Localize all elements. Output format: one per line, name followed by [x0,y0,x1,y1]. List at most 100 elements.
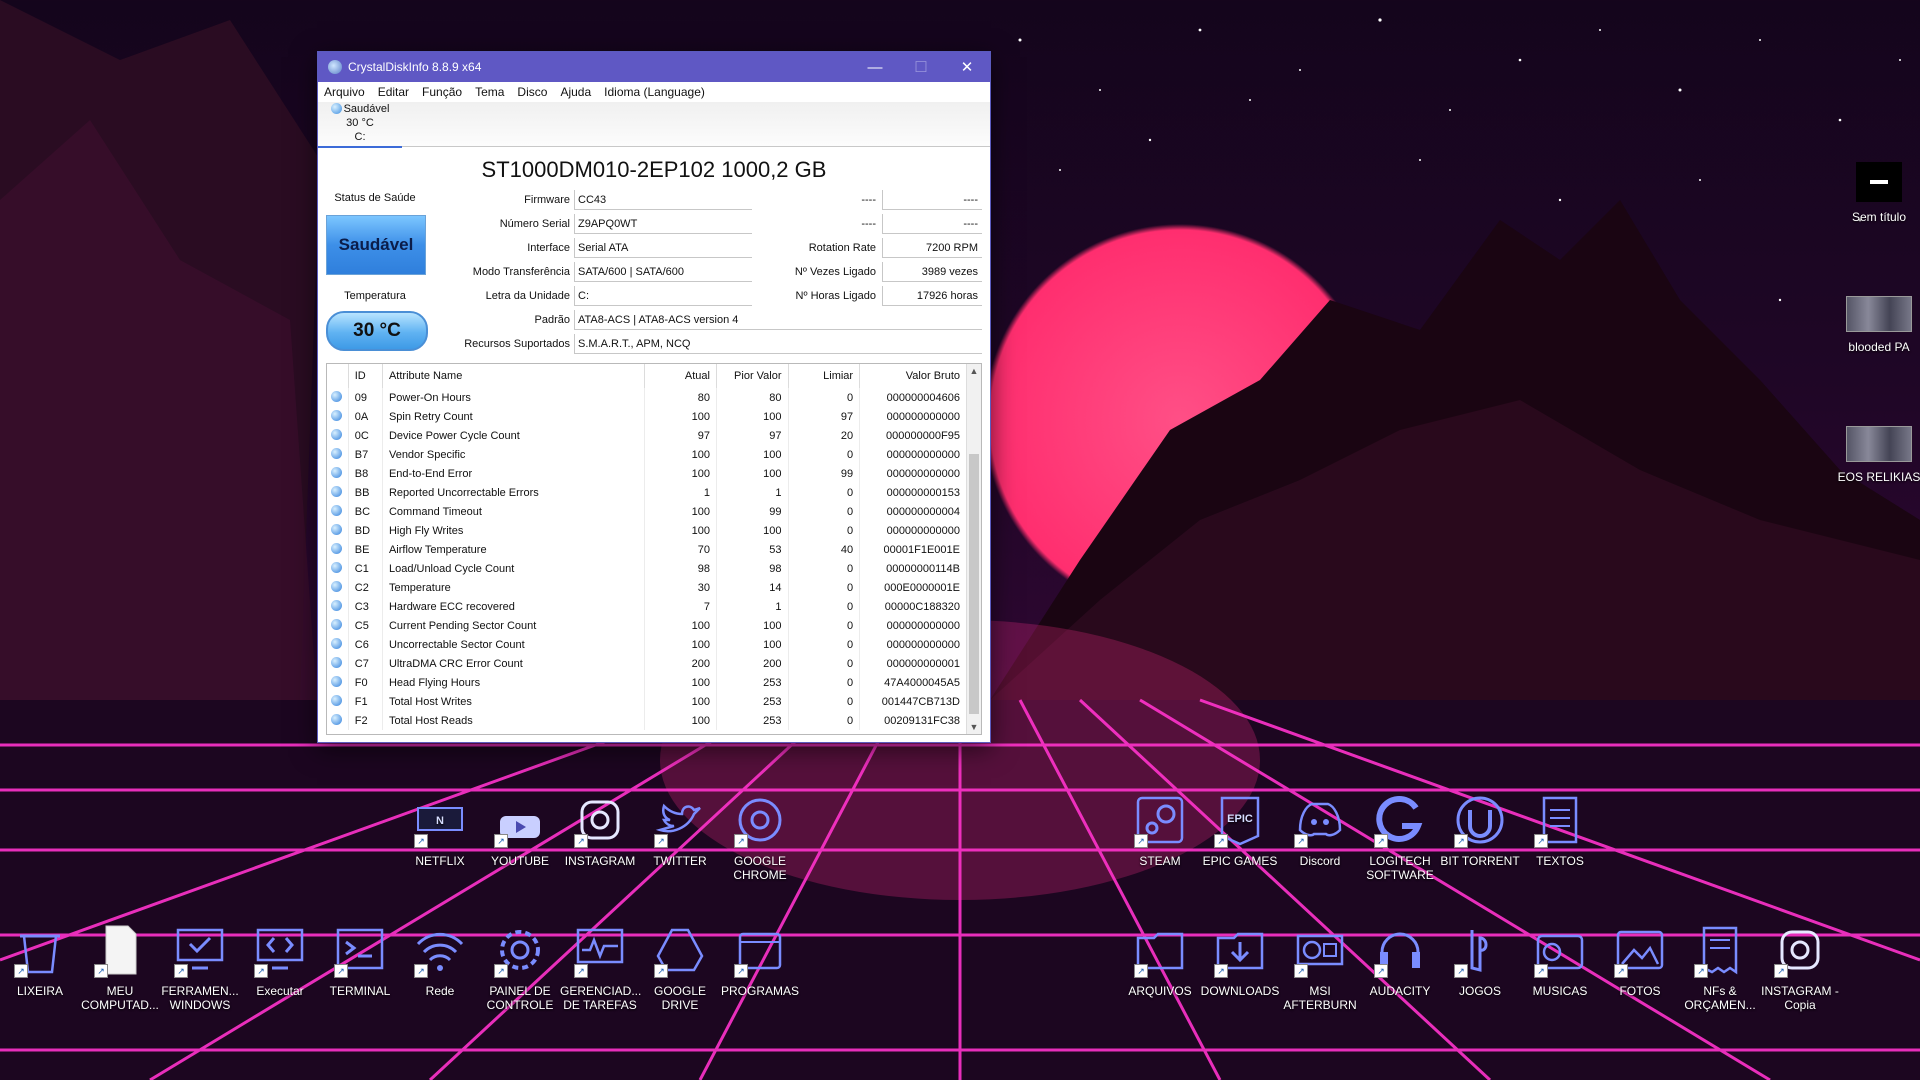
folder-icon: ↗ [1132,922,1188,978]
table-row[interactable]: B8 End-to-End Error 100 100 99 000000000000 [327,464,967,483]
desktop-icon-code-monitor[interactable]: ↗ Executar [240,922,320,998]
desktop-icon-wifi[interactable]: ↗ Rede [400,922,480,998]
table-row[interactable]: C2 Temperature 30 14 0 000E0000001E [327,578,967,597]
reserved-label-1: ---- [861,194,876,206]
menu-ajuda[interactable]: Ajuda [560,85,591,99]
menu-tema[interactable]: Tema [475,85,504,99]
disk-tab-status: Saudável [343,103,390,115]
desktop-icon-terminal[interactable]: ↗ TERMINAL [320,922,400,998]
desktop-icon-playstation[interactable]: ↗ JOGOS [1440,922,1520,998]
scroll-up-icon[interactable]: ▲ [967,364,981,378]
desktop-icon-chrome[interactable]: ↗ GOOGLE CHROME [720,792,800,882]
desktop-icon-file[interactable]: ↗ MEU COMPUTAD... [80,922,160,1012]
desktop-icon-logitech[interactable]: ↗ LOGITECH SOFTWARE [1360,792,1440,882]
attr-name: Spin Retry Count [382,407,646,426]
attr-id: BC [348,502,383,521]
header-current[interactable]: Atual [644,364,717,388]
desktop-icon-blooded-pa[interactable]: blooded PA [1834,296,1920,354]
desktop-icon-netflix[interactable]: N ↗ NETFLIX [400,792,480,868]
table-row[interactable]: C5 Current Pending Sector Count 100 100 0 000… [327,616,967,635]
table-row[interactable]: BE Airflow Temperature 70 53 40 00001F1E001E [327,540,967,559]
health-dot-icon [327,445,349,464]
attr-current: 100 [644,464,717,483]
table-row[interactable]: BD High Fly Writes 100 100 0 000000000000 [327,521,967,540]
table-row[interactable]: F0 Head Flying Hours 100 253 0 47A4000045A5 [327,673,967,692]
desktop-icon-bittorrent[interactable]: ↗ BIT TORRENT [1440,792,1520,868]
desktop-icon-download[interactable]: ↗ DOWNLOADS [1200,922,1280,998]
table-row[interactable]: BC Command Timeout 100 99 0 000000000004 [327,502,967,521]
menu-idioma[interactable]: Idioma (Language) [604,85,705,99]
desktop-icon-instagram-copy[interactable]: ↗ INSTAGRAM - Copia [1760,922,1840,1012]
attr-current: 1 [644,483,717,502]
smart-attributes-table[interactable]: ID Attribute Name Atual Pior Valor Limia… [326,363,982,735]
standard-value: ATA8-ACS | ATA8-ACS version 4 [574,310,982,330]
close-button[interactable]: ✕ [944,52,990,82]
header-threshold[interactable]: Limiar [788,364,861,388]
desktop-icon-audio[interactable]: ↗ AUDACITY [1360,922,1440,998]
table-row[interactable]: C3 Hardware ECC recovered 7 1 0 00000C188320 [327,597,967,616]
title-bar[interactable]: CrystalDiskInfo 8.8.9 x64 — ☐ ✕ [318,52,990,82]
attr-id: C7 [348,654,383,673]
desktop-icon-discord[interactable]: ↗ Discord [1280,792,1360,868]
header-status [327,364,349,388]
table-row[interactable]: C6 Uncorrectable Sector Count 100 100 0 00000… [327,635,967,654]
scroll-down-icon[interactable]: ▼ [967,720,981,734]
menu-disco[interactable]: Disco [517,85,547,99]
desktop-icon-gpu[interactable]: ↗ MSI AFTERBURN [1280,922,1360,1012]
table-row[interactable]: F2 Total Host Reads 100 253 0 00209131FC38 [327,711,967,730]
desktop-icon-label: DOWNLOADS [1200,984,1280,998]
rotation-rate-label: Rotation Rate [808,242,876,254]
desktop-icon-photos[interactable]: ↗ FOTOS [1600,922,1680,998]
table-row[interactable]: B7 Vendor Specific 100 100 0 000000000000 [327,445,967,464]
desktop-icon-control-panel[interactable]: ↗ PAINEL DE CONTROLE [480,922,560,1012]
attr-worst: 253 [716,673,789,692]
desktop-icon-recycle-bin[interactable]: ↗ LIXEIRA [0,922,80,998]
desktop-icon-task-manager[interactable]: ↗ GERENCIAD... DE TAREFAS [560,922,641,1012]
header-attribute-name[interactable]: Attribute Name [382,364,646,388]
desktop-icon-label: STEAM [1139,854,1181,868]
desktop-icon-label: MSI AFTERBURN [1283,984,1357,1012]
disk-tab-c[interactable]: Saudável 30 °C C: [318,102,402,148]
attr-worst: 100 [716,521,789,540]
desktop-icon-document[interactable]: ↗ TEXTOS [1520,792,1600,868]
desktop-icon-monitor-check[interactable]: ↗ FERRAMEN... WINDOWS [160,922,240,1012]
desktop-icon-youtube[interactable]: ↗ YOUTUBE [480,792,560,868]
table-scrollbar[interactable]: ▲ ▼ [966,364,981,734]
attr-threshold: 40 [788,540,861,559]
table-row[interactable]: F1 Total Host Writes 100 253 0 001447CB713D [327,692,967,711]
menu-editar[interactable]: Editar [378,85,409,99]
menu-arquivo[interactable]: Arquivo [324,85,365,99]
desktop-icon-programs[interactable]: ↗ PROGRAMAS [720,922,800,998]
desktop-icon-instagram[interactable]: ↗ INSTAGRAM [560,792,640,868]
attr-threshold: 0 [788,559,861,578]
desktop-icon-twitter[interactable]: ↗ TWITTER [640,792,720,868]
desktop-icon-radio[interactable]: ↗ MUSICAS [1520,922,1600,998]
desktop-icon-steam[interactable]: ↗ STEAM [1120,792,1200,868]
header-raw-value[interactable]: Valor Bruto [859,364,967,388]
desktop-icon-label: AUDACITY [1369,984,1431,998]
table-row[interactable]: C1 Load/Unload Cycle Count 98 98 0 0000000011… [327,559,967,578]
desktop-icon-epic-games[interactable]: EPIC ↗ EPIC GAMES [1200,792,1280,868]
attr-id: B7 [348,445,383,464]
desktop-icon-drive[interactable]: ↗ GOOGLE DRIVE [640,922,720,1012]
table-row[interactable]: BB Reported Uncorrectable Errors 1 1 0 000000… [327,483,967,502]
desktop-icon-receipt[interactable]: ↗ NFs & ORÇAMEN... [1680,922,1760,1012]
header-worst[interactable]: Pior Valor [716,364,789,388]
desktop-icon-eos-relikias[interactable]: EOS RELIKIAS [1834,426,1920,484]
table-row[interactable]: C7 UltraDMA CRC Error Count 200 200 0 0000000… [327,654,967,673]
shortcut-arrow-icon: ↗ [494,834,508,848]
minimize-button[interactable]: — [852,52,898,82]
maximize-button[interactable]: ☐ [898,52,944,82]
firmware-label: Firmware [524,194,570,206]
menu-funcao[interactable]: Função [422,85,462,99]
table-row[interactable]: 0C Device Power Cycle Count 97 97 20 00000000… [327,426,967,445]
attr-name: Reported Uncorrectable Errors [382,483,646,502]
desktop-icon-folder[interactable]: ↗ ARQUIVOS [1120,922,1200,998]
desktop-icon-sem-titulo[interactable]: Sem título [1834,162,1920,224]
header-id[interactable]: ID [348,364,383,388]
table-row[interactable]: 09 Power-On Hours 80 80 0 000000004606 [327,388,967,407]
attr-worst: 100 [716,635,789,654]
table-row[interactable]: 0A Spin Retry Count 100 100 97 000000000000 [327,407,967,426]
receipt-icon: ↗ [1692,922,1748,978]
scrollbar-thumb[interactable] [969,454,979,714]
